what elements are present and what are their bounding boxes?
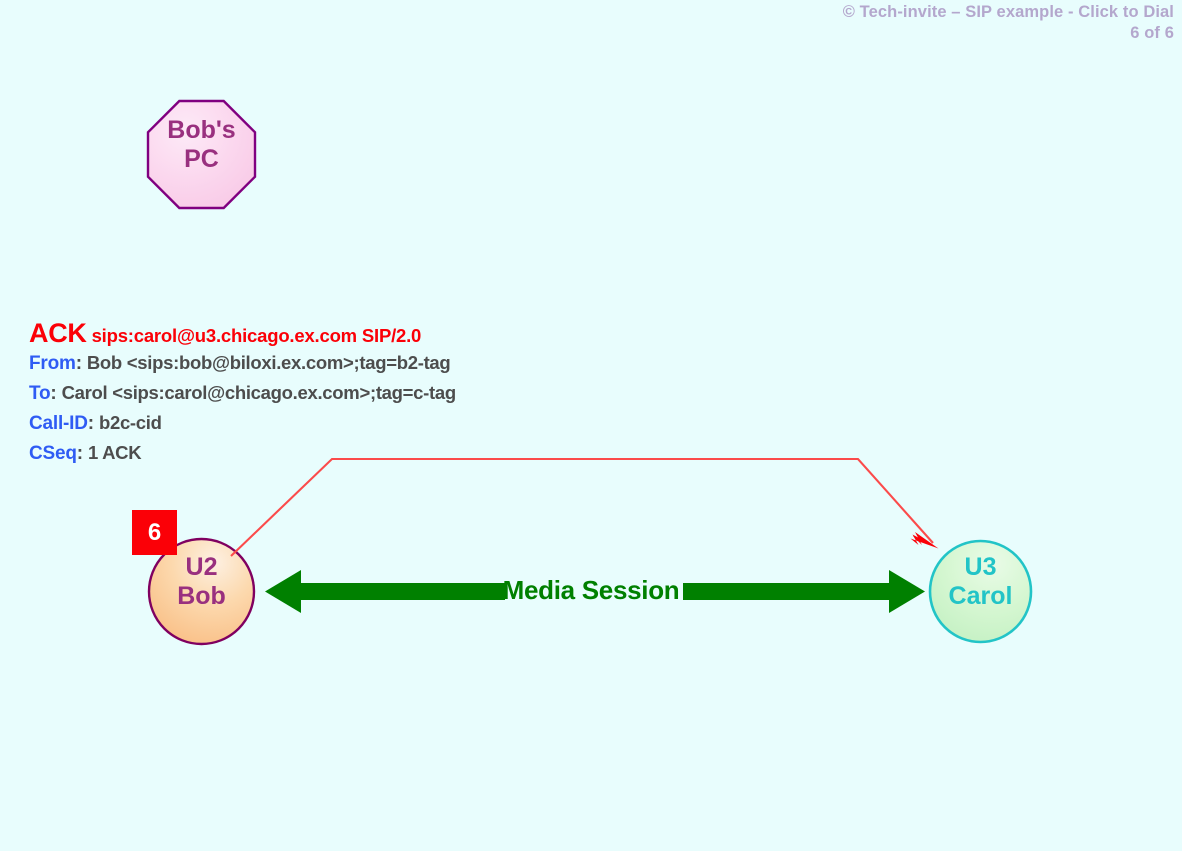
media-arrow-right-bar bbox=[683, 583, 889, 600]
sip-header-cseq-name: CSeq bbox=[29, 443, 77, 464]
media-arrow-left-bar bbox=[300, 583, 505, 600]
media-arrow-right-head bbox=[889, 570, 925, 613]
sip-header-callid-name: Call-ID bbox=[29, 413, 88, 434]
sip-header-cseq-value: 1 ACK bbox=[87, 442, 142, 463]
bobs-pc-octagon bbox=[146, 99, 257, 210]
u3-carol-circle bbox=[928, 539, 1033, 644]
media-session-label: Media Session bbox=[502, 575, 680, 605]
sip-header-to-value: Carol <sips:carol@chicago.ex.com>;tag=c-… bbox=[61, 382, 457, 403]
sip-header-callid-value: b2c-cid bbox=[98, 412, 162, 433]
sip-header-from: From: Bob <sips:bob@biloxi.ex.com>;tag=b… bbox=[29, 348, 456, 378]
sip-header-to: To: Carol <sips:carol@chicago.ex.com>;ta… bbox=[29, 378, 456, 408]
sip-request-uri: sips:carol@u3.chicago.ex.com SIP/2.0 bbox=[91, 325, 422, 346]
sip-request-line: ACK sips:carol@u3.chicago.ex.com SIP/2.0 bbox=[29, 318, 456, 348]
sip-header-to-name: To bbox=[29, 383, 51, 404]
sip-header-from-value: Bob <sips:bob@biloxi.ex.com>;tag=b2-tag bbox=[86, 352, 451, 373]
diagram-canvas: © Tech-invite – SIP example - Click to D… bbox=[0, 0, 1182, 851]
sip-method: ACK bbox=[29, 318, 87, 348]
step-number-badge[interactable]: 6 bbox=[132, 510, 177, 555]
ack-signal-arrowhead-fill bbox=[910, 534, 939, 549]
sip-header-callid: Call-ID: b2c-cid bbox=[29, 408, 456, 438]
sip-message-block: ACK sips:carol@u3.chicago.ex.com SIP/2.0… bbox=[29, 318, 456, 468]
ack-signal-path bbox=[230, 457, 934, 557]
media-arrow-left-head bbox=[265, 570, 301, 613]
sip-header-from-name: From bbox=[29, 353, 76, 374]
sip-header-cseq: CSeq: 1 ACK bbox=[29, 438, 456, 468]
